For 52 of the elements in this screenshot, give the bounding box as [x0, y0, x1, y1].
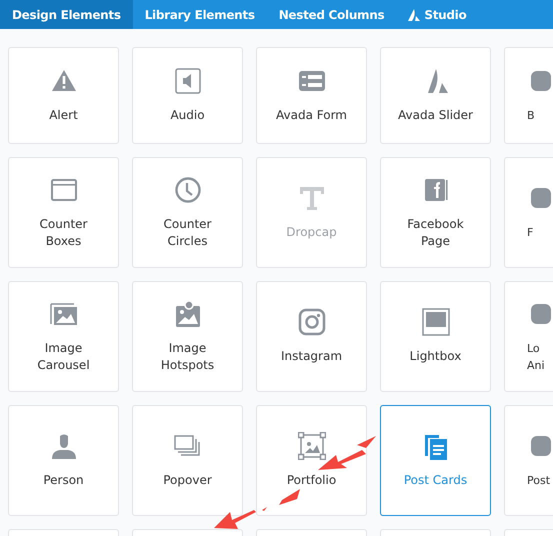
element-card[interactable]: F	[504, 157, 553, 268]
element-card[interactable]: Avada Form	[256, 47, 367, 144]
element-card[interactable]: Image Hotspots	[132, 281, 243, 392]
element-label: Facebook Page	[406, 216, 465, 250]
element-card[interactable]: Counter Circles	[132, 157, 243, 268]
element-label: Avada Slider	[398, 107, 473, 124]
element-label: Portfolio	[286, 472, 336, 489]
element-label: Lightbox	[410, 348, 462, 365]
element-label: Image Hotspots	[160, 340, 216, 374]
element-label: Person	[43, 472, 84, 489]
element-card[interactable]: Portfolio	[256, 405, 367, 516]
element-card[interactable]: Counter Boxes	[8, 157, 119, 268]
element-label: Post	[527, 473, 550, 489]
tab[interactable]: Studio	[396, 0, 478, 29]
element-card[interactable]: Instagram	[256, 281, 367, 392]
element-card[interactable]: Facebook Page	[380, 157, 491, 268]
element-label: F	[527, 225, 534, 241]
clock-icon	[174, 176, 202, 204]
instagram-icon	[298, 308, 326, 336]
element-card[interactable]: Alert	[8, 47, 119, 144]
element-label: B	[527, 108, 535, 124]
element-label: Counter Circles	[162, 216, 212, 250]
element-card[interactable]: Post Cards	[380, 405, 491, 516]
element-label: Dropcap	[286, 224, 337, 241]
element-label: Audio	[170, 107, 205, 124]
element-label: Post Cards	[404, 472, 468, 489]
speaker-icon	[174, 67, 202, 95]
letter-t-icon	[298, 184, 326, 212]
tab[interactable]: Nested Columns	[266, 0, 396, 29]
element-card[interactable]: Audio	[132, 47, 243, 144]
element-label: Image Carousel	[36, 340, 91, 374]
element-card[interactable]: Lightbox	[380, 281, 491, 392]
tab[interactable]: Library Elements	[132, 0, 267, 29]
element-card[interactable]: Popover	[132, 405, 243, 516]
logo-icon	[408, 8, 420, 20]
element-label: Counter Boxes	[38, 216, 88, 250]
element-label: Popover	[163, 472, 212, 489]
element-card[interactable]: Post	[504, 405, 553, 516]
element-card[interactable]: B	[504, 47, 553, 144]
image-pin-icon	[174, 300, 202, 328]
element-label: Instagram	[280, 348, 342, 365]
element-label: Lo Ani	[527, 340, 546, 374]
element-card[interactable]: Avada Slider	[380, 47, 491, 144]
framed-picture-icon	[422, 308, 450, 336]
element-label: Avada Form	[276, 107, 347, 124]
image-crop-icon	[298, 432, 326, 460]
element-card[interactable]: Person	[8, 405, 119, 516]
element-label: Alert	[49, 107, 78, 124]
element-card[interactable]: Image Carousel	[8, 281, 119, 392]
tab[interactable]: Design Elements	[0, 0, 133, 29]
person-icon	[50, 432, 78, 460]
element-card[interactable]: Lo Ani	[504, 281, 553, 392]
